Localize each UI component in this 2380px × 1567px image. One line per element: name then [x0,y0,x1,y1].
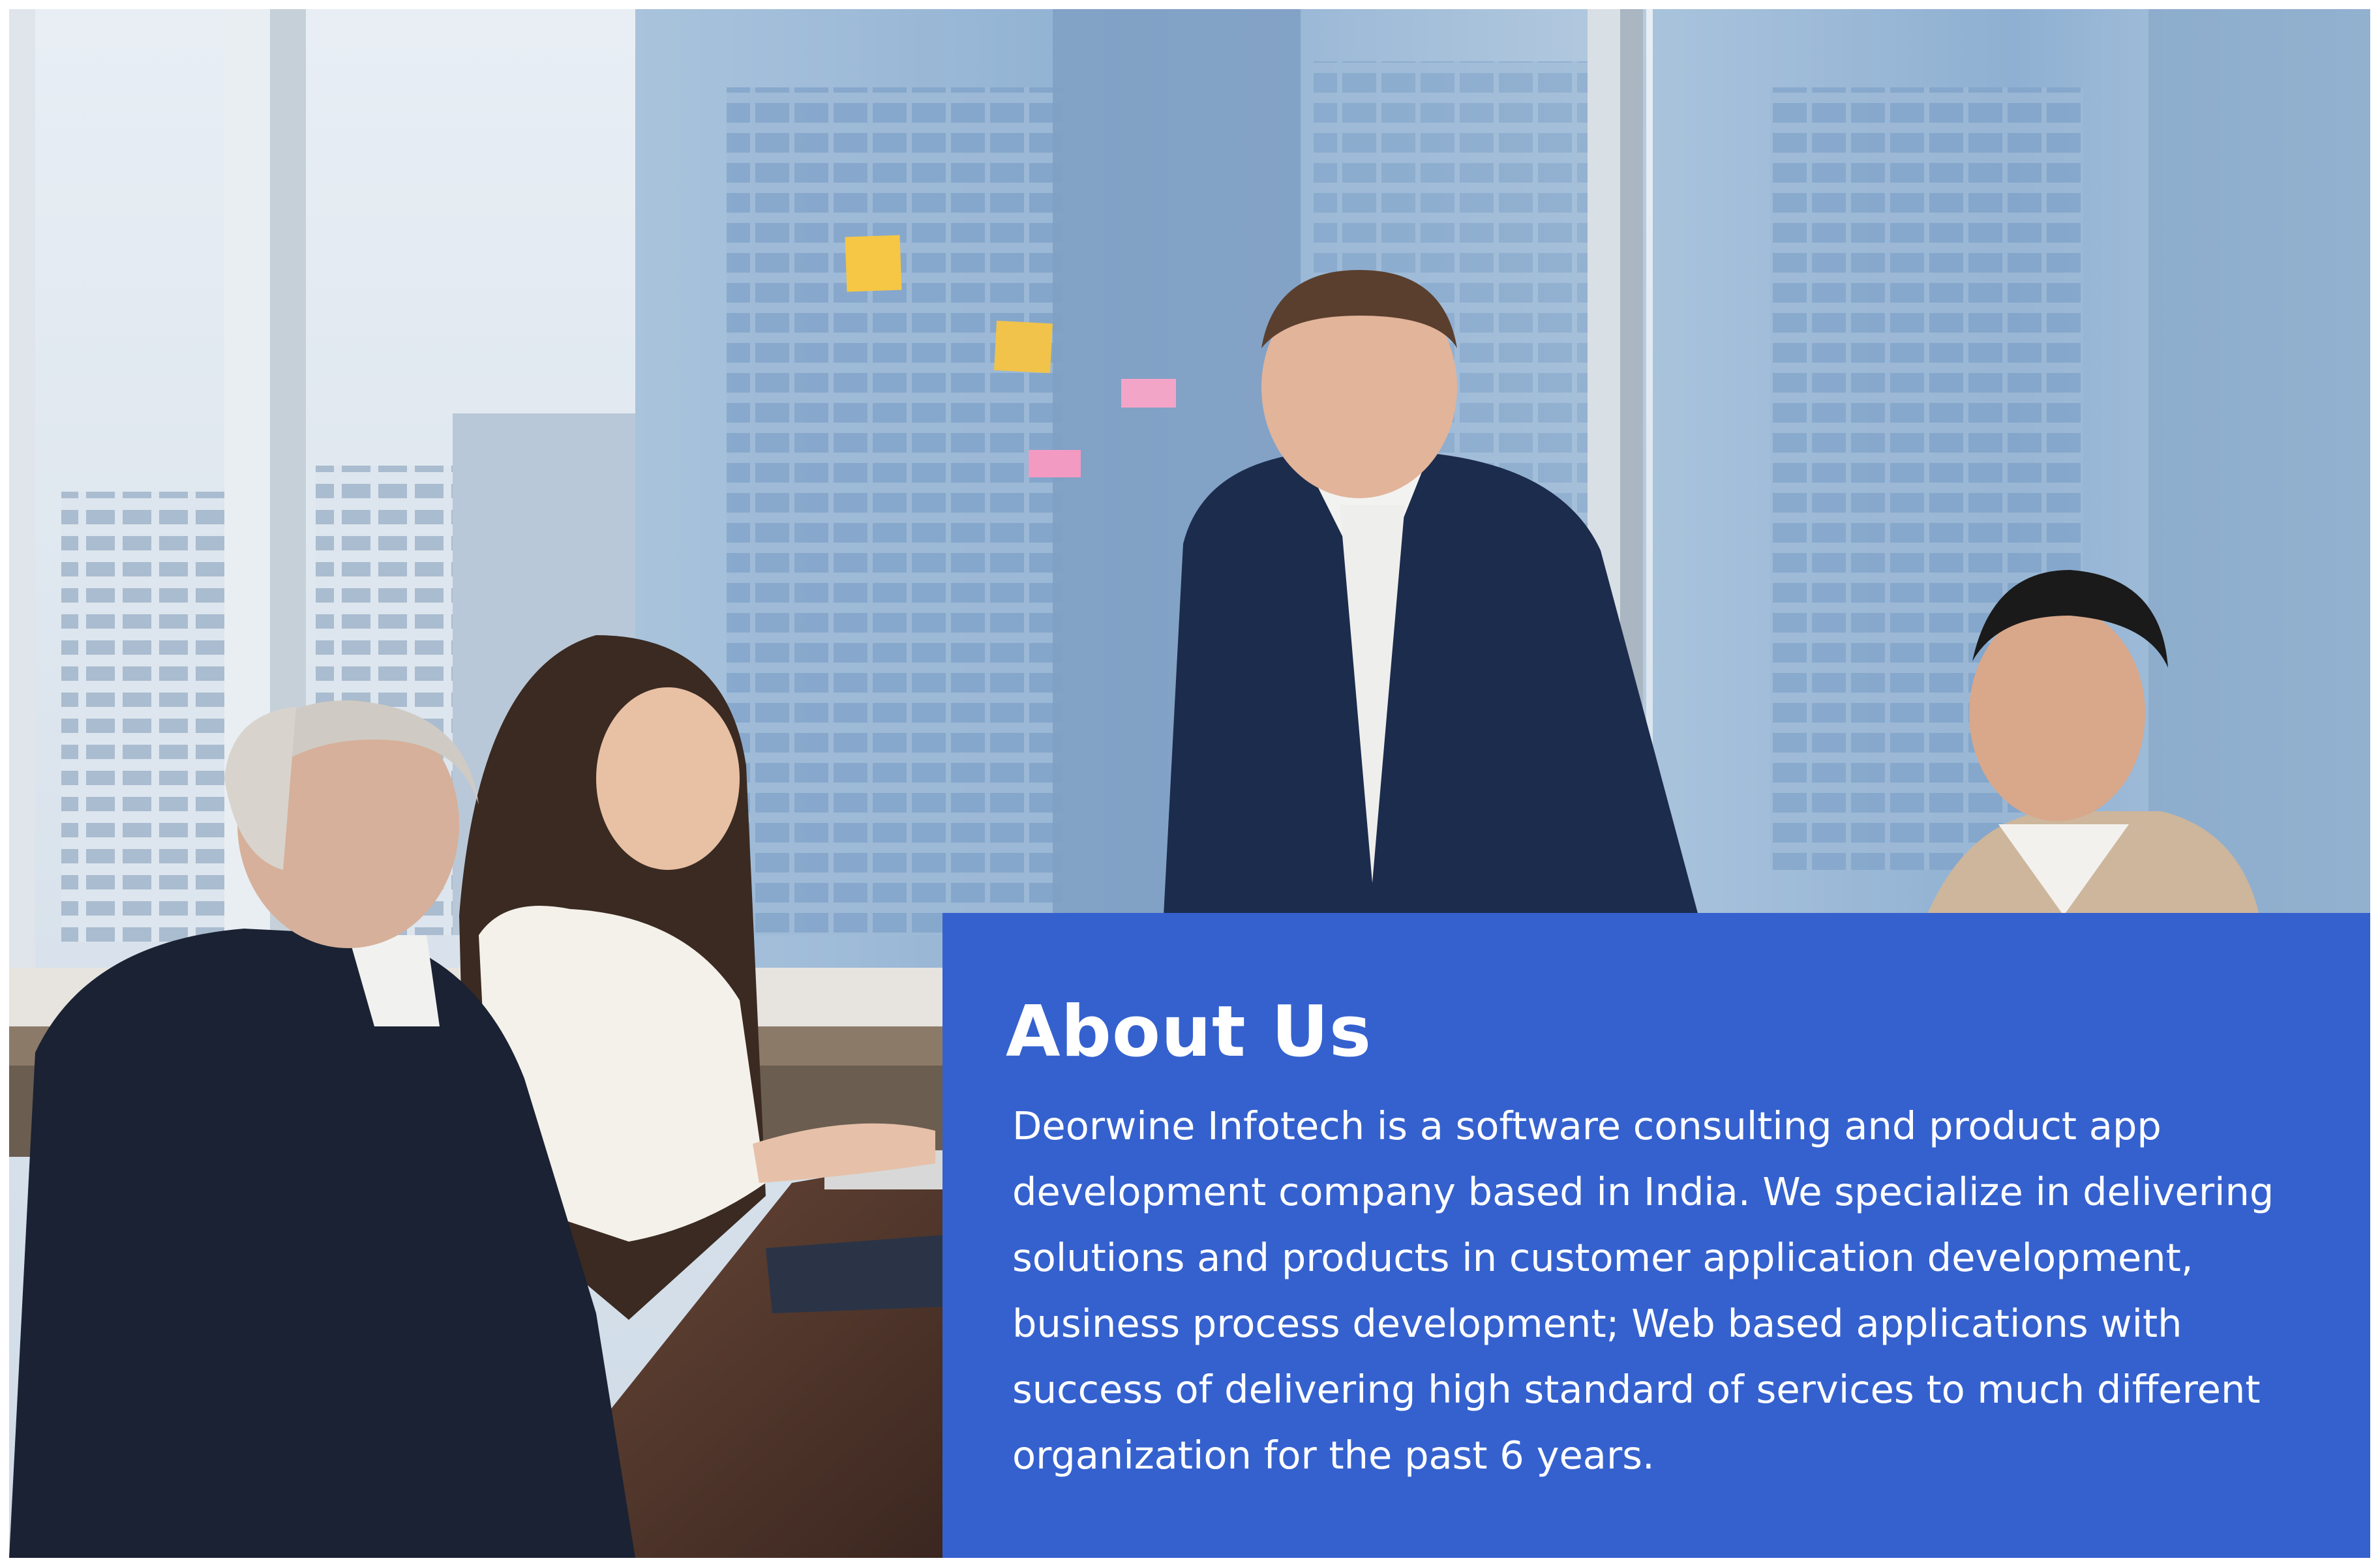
about-us-heading: About Us [1006,991,1372,1073]
about-us-description: Deorwine Infotech is a software consulti… [1012,1103,2274,1478]
about-us-panel: About Us Deorwine Infotech is a software… [942,913,2370,1558]
page-frame: About Us Deorwine Infotech is a software… [9,9,2370,1558]
